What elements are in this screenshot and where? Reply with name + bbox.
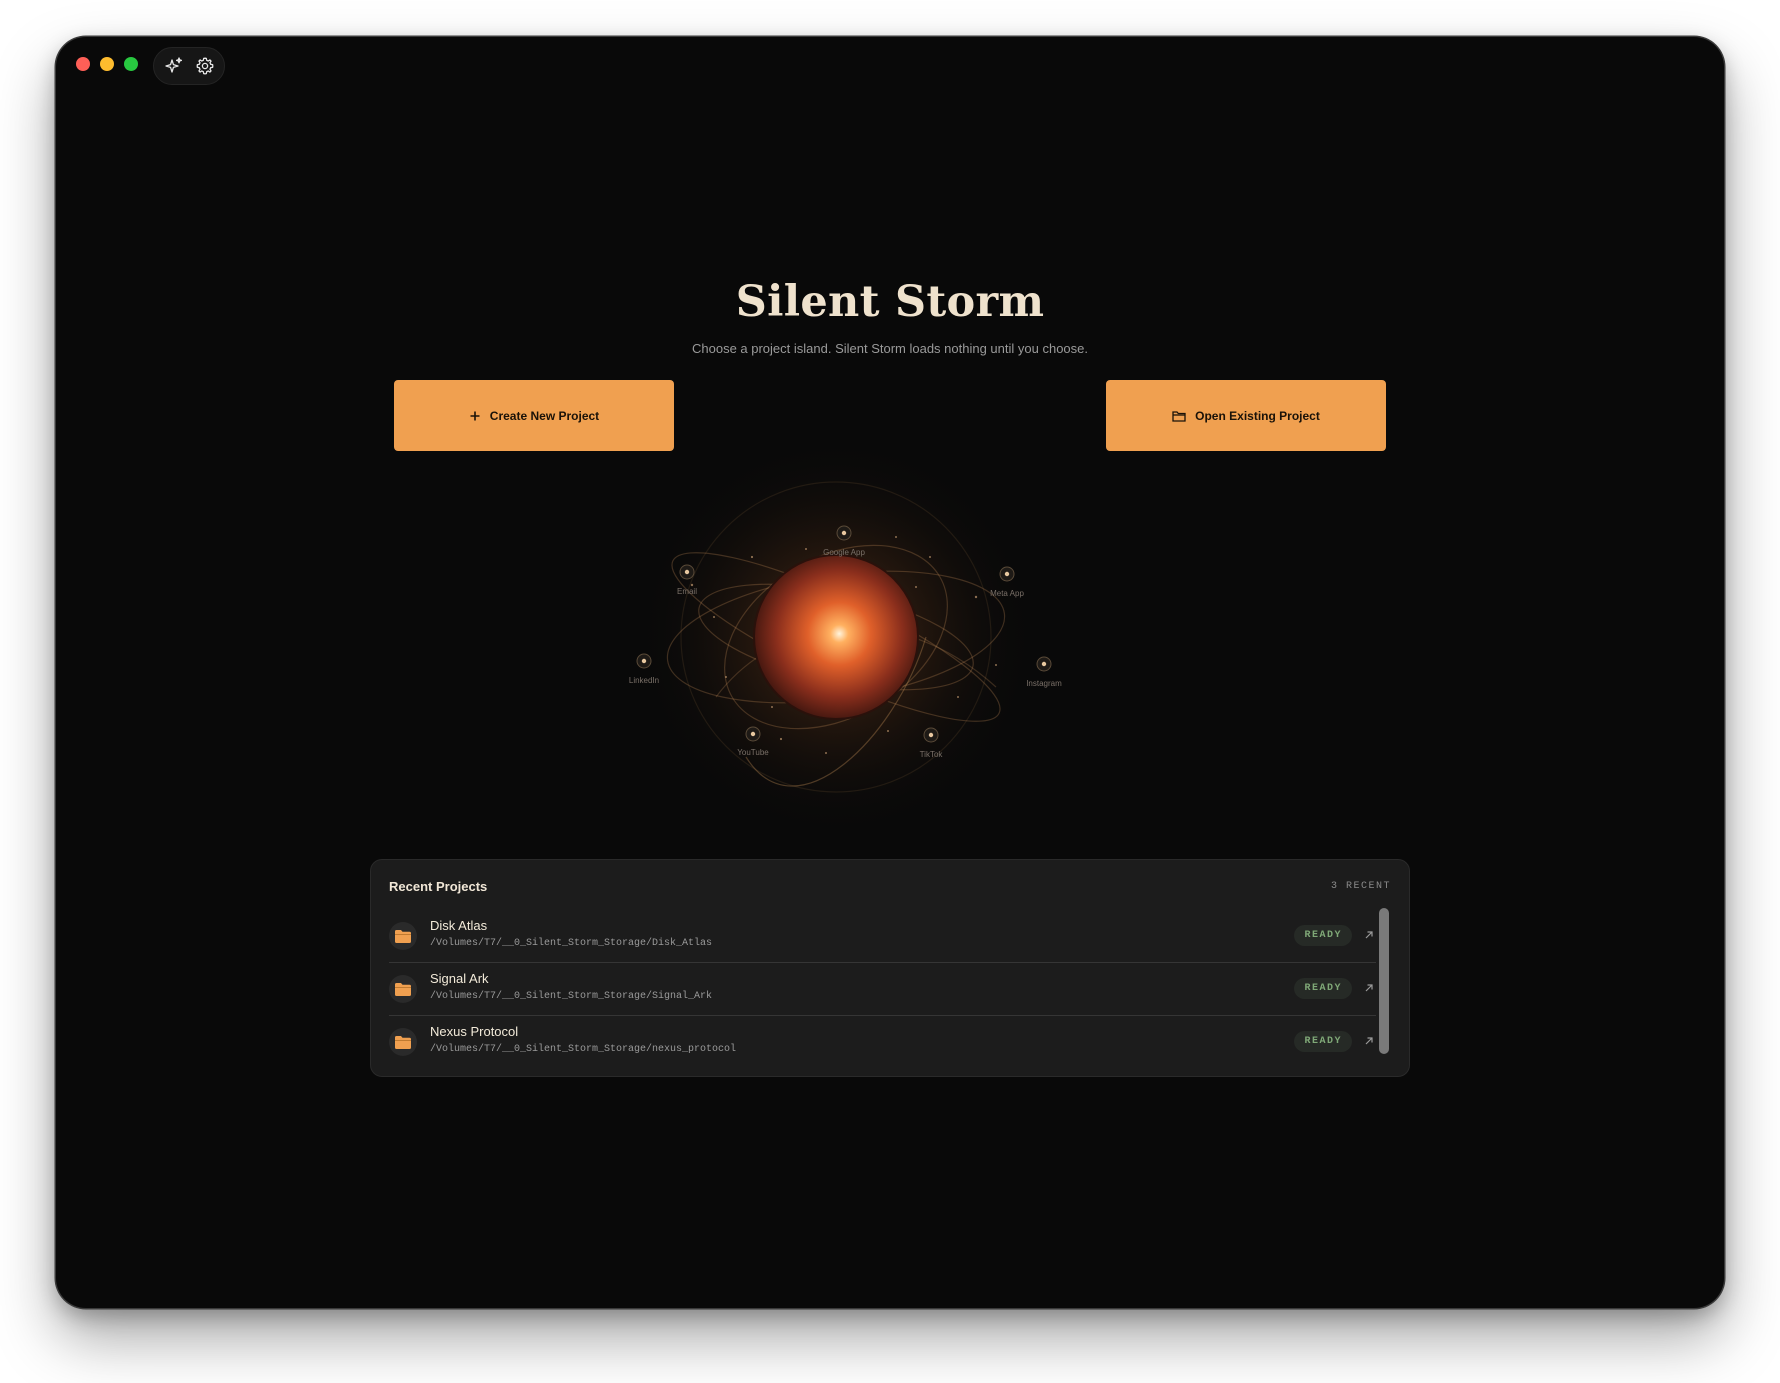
sparkles-icon[interactable] [163, 55, 185, 77]
project-name: Nexus Protocol [430, 1024, 519, 1039]
app-subtitle: Choose a project island. Silent Storm lo… [691, 341, 1088, 356]
recent-project-row[interactable]: Signal Ark /Volumes/T7/__0_Silent_Storm_… [389, 963, 1376, 1016]
status-badge: READY [1294, 978, 1352, 999]
app-window: Silent Storm Choose a project island. Si… [56, 37, 1724, 1308]
project-path: /Volumes/T7/__0_Silent_Storm_Storage/Sig… [430, 991, 713, 1002]
recent-project-row[interactable]: Disk Atlas /Volumes/T7/__0_Silent_Storm_… [389, 910, 1376, 963]
folder-icon [1172, 410, 1186, 422]
arrow-up-right-icon[interactable] [1362, 925, 1376, 945]
zoom-window-button[interactable] [124, 57, 138, 71]
folder-icon [389, 975, 417, 1003]
arrow-up-right-icon[interactable] [1362, 1031, 1376, 1051]
plus-icon [469, 410, 481, 422]
recent-count: 3 RECENT [1330, 881, 1391, 892]
recent-projects-panel: Recent Projects 3 RECENT Disk Atlas /Vol… [370, 859, 1410, 1077]
svg-text:Google App: Google App [823, 548, 865, 557]
status-badge: READY [1294, 1031, 1352, 1052]
close-window-button[interactable] [76, 57, 90, 71]
recent-projects-list: Disk Atlas /Volumes/T7/__0_Silent_Storm_… [389, 910, 1376, 1068]
svg-text:Instagram: Instagram [1026, 679, 1062, 688]
project-path: /Volumes/T7/__0_Silent_Storm_Storage/nex… [430, 1044, 737, 1055]
status-badge: READY [1294, 925, 1352, 946]
project-name: Disk Atlas [430, 918, 488, 933]
open-existing-project-button[interactable]: Open Existing Project [1106, 380, 1386, 451]
svg-text:LinkedIn: LinkedIn [629, 676, 659, 685]
app-title: Silent Storm [735, 277, 1045, 327]
folder-icon [389, 1028, 417, 1056]
arrow-up-right-icon[interactable] [1362, 978, 1376, 998]
orbit-visualization: Google App Email Meta App LinkedIn Insta… [596, 437, 1076, 827]
recent-project-row[interactable]: Nexus Protocol /Volumes/T7/__0_Silent_St… [389, 1016, 1376, 1068]
gear-icon[interactable] [194, 55, 216, 77]
svg-text:TikTok: TikTok [920, 750, 944, 759]
create-new-project-label: Create New Project [489, 408, 600, 423]
scrollbar[interactable] [1379, 908, 1389, 1054]
orbit-graphic: Google App Email Meta App LinkedIn Insta… [629, 437, 1062, 827]
project-name: Signal Ark [430, 971, 489, 986]
toolbar [153, 47, 225, 85]
open-existing-project-label: Open Existing Project [1195, 408, 1320, 423]
core-orb [753, 554, 919, 720]
window-controls [76, 57, 138, 71]
svg-text:Meta App: Meta App [990, 589, 1024, 598]
project-path: /Volumes/T7/__0_Silent_Storm_Storage/Dis… [430, 938, 713, 949]
svg-text:Email: Email [677, 587, 697, 596]
recent-projects-title: Recent Projects [389, 879, 488, 894]
svg-text:YouTube: YouTube [737, 748, 769, 757]
folder-icon [389, 922, 417, 950]
minimize-window-button[interactable] [100, 57, 114, 71]
